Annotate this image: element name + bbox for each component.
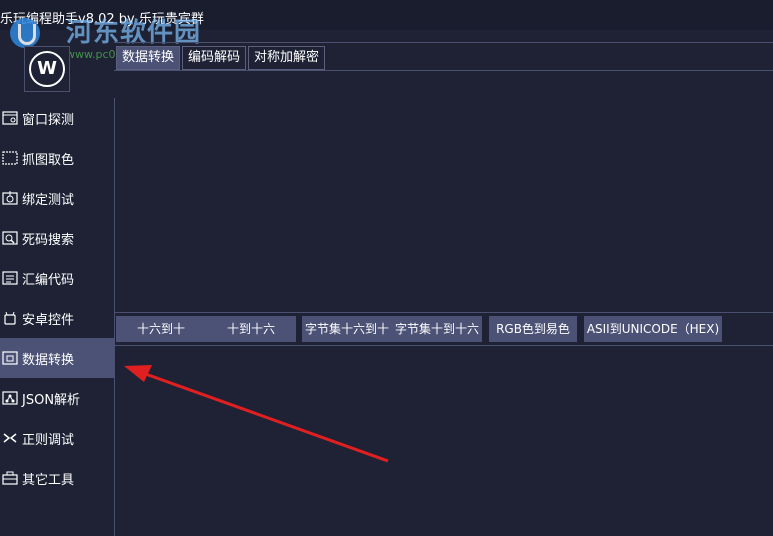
bind-icon xyxy=(2,190,18,206)
sidebar-item-label: JSON解析 xyxy=(22,392,81,408)
sidebar-item-assembly-code[interactable]: 汇编代码 xyxy=(0,258,114,298)
sidebar-item-label: 其它工具 xyxy=(22,472,75,488)
tab-bar: 数据转换 编码解码 对称加解密 xyxy=(116,46,327,70)
regex-icon xyxy=(2,430,18,446)
watermark-logo-icon xyxy=(10,18,40,48)
bytes-hex-to-dec-button[interactable]: 字节集十六到十 xyxy=(302,316,392,342)
window-icon xyxy=(2,110,18,126)
main-top-border xyxy=(114,42,773,43)
app-logo-letter: W xyxy=(29,51,65,87)
hex-to-dec-button[interactable]: 十六到十 xyxy=(116,316,206,342)
sidebar-item-dead-code-search[interactable]: 死码搜索 xyxy=(0,218,114,258)
sidebar-item-window-probe[interactable]: 窗口探测 xyxy=(0,98,114,138)
sidebar-item-label: 正则调试 xyxy=(22,432,75,448)
tab-data-convert[interactable]: 数据转换 xyxy=(116,46,181,70)
input-text-area[interactable] xyxy=(116,72,772,312)
toolbox-icon xyxy=(2,470,18,486)
sidebar-item-other-tools[interactable]: 其它工具 xyxy=(0,458,114,498)
rgb-to-easy-color-button[interactable]: RGB色到易色 xyxy=(489,316,577,342)
image-capture-icon xyxy=(2,150,18,166)
assembly-icon xyxy=(2,270,18,286)
dec-to-hex-button[interactable]: 十到十六 xyxy=(206,316,296,342)
ascii-to-unicode-button[interactable]: ASII到UNICODE（HEX) xyxy=(584,316,722,342)
sidebar-item-capture-color[interactable]: 抓图取色 xyxy=(0,138,114,178)
sidebar-item-label: 绑定测试 xyxy=(22,192,75,208)
sidebar: 窗口探测 抓图取色 绑定测试 死码搜索 汇编代码 安卓控件 数据转换 JSON解… xyxy=(0,98,115,536)
search-code-icon xyxy=(2,230,18,246)
section-divider xyxy=(114,312,773,313)
sidebar-item-data-convert[interactable]: 数据转换 xyxy=(0,338,114,378)
sidebar-item-android-controls[interactable]: 安卓控件 xyxy=(0,298,114,338)
tab-divider xyxy=(114,70,773,71)
sidebar-item-json-parse[interactable]: JSON解析 xyxy=(0,378,114,418)
sidebar-item-regex-debug[interactable]: 正则调试 xyxy=(0,418,114,458)
watermark-name: 河东软件园 xyxy=(66,18,202,48)
bytes-dec-to-hex-button[interactable]: 字节集十到十六 xyxy=(392,316,482,342)
sidebar-item-label: 数据转换 xyxy=(22,352,75,368)
sidebar-item-bind-test[interactable]: 绑定测试 xyxy=(0,178,114,218)
android-icon xyxy=(2,310,18,326)
sidebar-item-label: 汇编代码 xyxy=(22,272,75,288)
sidebar-item-label: 死码搜索 xyxy=(22,232,75,248)
sidebar-item-label: 抓图取色 xyxy=(22,152,75,168)
json-icon xyxy=(2,390,18,406)
app-logo: W xyxy=(24,46,70,92)
tab-symmetric-crypto[interactable]: 对称加解密 xyxy=(248,46,326,70)
tab-encode-decode[interactable]: 编码解码 xyxy=(182,46,247,70)
sidebar-item-label: 窗口探测 xyxy=(22,112,75,128)
sidebar-item-label: 安卓控件 xyxy=(22,312,75,328)
data-convert-icon xyxy=(2,350,18,366)
output-divider xyxy=(114,345,773,346)
